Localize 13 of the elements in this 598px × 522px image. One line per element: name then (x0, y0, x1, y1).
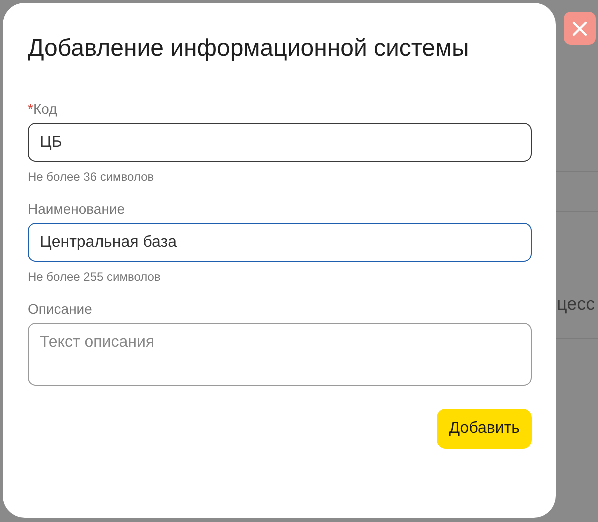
close-icon (572, 20, 588, 36)
input-field[interactable]: ЦБ (28, 123, 532, 162)
background-text: цесс (557, 294, 596, 314)
field-hint: Не более 255 символов (28, 270, 162, 284)
dialog-title: Добавление информационной системы (28, 35, 470, 63)
field-label: Наименование (28, 201, 126, 217)
input-field[interactable]: Центральная база (28, 223, 532, 262)
field-label: *Код (28, 101, 58, 117)
text-area[interactable]: Текст описания (28, 323, 532, 386)
close-button[interactable] (564, 12, 596, 45)
add-button[interactable]: Добавить (437, 409, 532, 449)
field-label: Описание (28, 301, 94, 317)
field-hint: Не более 36 символов (28, 170, 156, 184)
